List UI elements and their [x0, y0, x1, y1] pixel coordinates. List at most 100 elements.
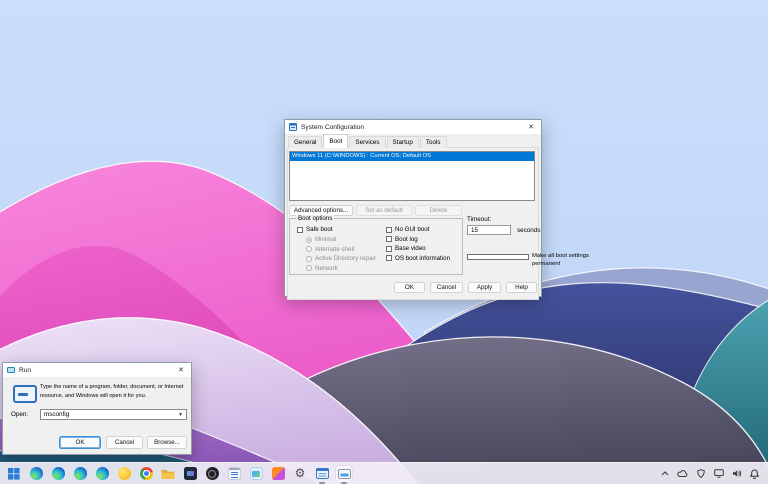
combobox-dropdown-icon[interactable]: ▼: [178, 412, 186, 418]
permanent-checkbox[interactable]: Make all boot settings permanent: [467, 253, 594, 268]
edge-browser-icon: [52, 467, 65, 480]
delete-button: Delete: [415, 205, 462, 216]
network-radio-label: Network: [315, 265, 338, 272]
alternate-shell-radio: Alternate shell: [306, 246, 354, 253]
desktop: System Configuration ✕ General Boot Serv…: [0, 0, 768, 484]
display-icon[interactable]: [713, 468, 724, 479]
os-boot-info-label: OS boot information: [395, 255, 450, 262]
open-combobox[interactable]: msconfig ▼: [40, 409, 187, 420]
open-combobox-value[interactable]: msconfig: [41, 411, 178, 418]
safe-boot-checkbox[interactable]: Safe boot: [297, 226, 333, 233]
boot-entries-list[interactable]: Windows 11 (C:\WINDOWS) : Current OS; De…: [289, 151, 535, 201]
msconfig-close-icon[interactable]: ✕: [525, 123, 537, 131]
tab-tools[interactable]: Tools: [420, 136, 447, 148]
onedrive-cloud-icon[interactable]: [677, 468, 688, 479]
tab-startup[interactable]: Startup: [387, 136, 419, 148]
timeout-label: Timeout:: [467, 216, 491, 223]
taskbar-app-chrome[interactable]: [138, 466, 154, 482]
msconfig-cancel-button[interactable]: Cancel: [430, 282, 463, 293]
minimal-radio-circle: [306, 237, 312, 243]
run-titlebar: Run ✕: [3, 363, 191, 377]
no-gui-boot-checkbox-box[interactable]: [386, 227, 392, 233]
start-button[interactable]: [6, 466, 22, 482]
boot-log-checkbox-box[interactable]: [386, 236, 392, 242]
taskbar-app-photos[interactable]: [248, 466, 264, 482]
run-browse-button[interactable]: Browse...: [147, 436, 187, 449]
windows-logo-icon: [8, 468, 20, 480]
run-dialog: Run ✕ Type the name of a program, folder…: [2, 362, 192, 455]
ad-repair-radio: Active Directory repair: [306, 255, 376, 262]
edge-browser-icon: [74, 467, 87, 480]
tab-general[interactable]: General: [288, 136, 322, 148]
taskbar-tray: [659, 468, 768, 479]
alternate-shell-radio-label: Alternate shell: [315, 246, 354, 253]
run-close-icon[interactable]: ✕: [175, 366, 187, 374]
set-as-default-button: Set as default: [356, 205, 412, 216]
minimal-radio-label: Minimal: [315, 236, 336, 243]
run-ok-button[interactable]: OK: [59, 436, 101, 449]
msconfig-help-button[interactable]: Help: [506, 282, 537, 293]
notification-bell-icon[interactable]: [749, 468, 760, 479]
edge-browser-icon: [30, 467, 43, 480]
base-video-checkbox-box[interactable]: [386, 246, 392, 252]
office-app-icon: [272, 467, 285, 480]
taskbar-app-notepad[interactable]: [226, 466, 242, 482]
taskbar-app-edge-2[interactable]: [50, 466, 66, 482]
taskbar-app-file-explorer[interactable]: [160, 466, 176, 482]
boot-log-checkbox[interactable]: Boot log: [386, 236, 418, 243]
ad-repair-radio-label: Active Directory repair: [315, 255, 376, 262]
timeout-unit-label: seconds: [517, 227, 540, 234]
taskbar: ⚙: [0, 462, 768, 484]
network-radio: Network: [306, 265, 338, 272]
run-description-line1: Type the name of a program, folder, docu…: [40, 383, 190, 392]
photos-app-icon: [250, 467, 263, 480]
boot-options-group: Boot options Safe boot Minimal Alternate…: [289, 218, 463, 275]
tab-services[interactable]: Services: [349, 136, 385, 148]
taskbar-app-media[interactable]: [182, 466, 198, 482]
run-dialog-title: Run: [19, 367, 175, 374]
os-boot-info-checkbox[interactable]: OS boot information: [386, 255, 450, 262]
base-video-checkbox[interactable]: Base video: [386, 245, 426, 252]
open-label: Open:: [11, 411, 28, 418]
settings-gear-icon: ⚙: [295, 467, 306, 480]
run-description: Type the name of a program, folder, docu…: [40, 383, 190, 400]
taskbar-app-office[interactable]: [270, 466, 286, 482]
safe-boot-checkbox-box[interactable]: [297, 227, 303, 233]
volume-icon[interactable]: [731, 468, 742, 479]
notepad-icon: [228, 467, 241, 480]
timeout-input[interactable]: 15: [467, 225, 511, 235]
msconfig-window-title: System Configuration: [301, 124, 525, 131]
taskbar-app-settings[interactable]: ⚙: [292, 466, 308, 482]
taskbar-app-edge-canary[interactable]: [116, 466, 132, 482]
run-description-line2: resource, and Windows will open it for y…: [40, 392, 190, 401]
msconfig-ok-button[interactable]: OK: [394, 282, 425, 293]
security-shield-icon[interactable]: [695, 468, 706, 479]
taskbar-app-edge-1[interactable]: [28, 466, 44, 482]
taskbar-app-edge-4[interactable]: [94, 466, 110, 482]
tab-boot[interactable]: Boot: [323, 134, 348, 148]
msconfig-titlebar: System Configuration ✕: [285, 120, 541, 134]
boot-log-label: Boot log: [395, 236, 418, 243]
boot-entry-row-selected[interactable]: Windows 11 (C:\WINDOWS) : Current OS; De…: [290, 152, 534, 161]
edge-canary-icon: [118, 467, 131, 480]
file-explorer-icon: [161, 468, 175, 480]
taskbar-app-camera[interactable]: [204, 466, 220, 482]
msconfig-window: System Configuration ✕ General Boot Serv…: [284, 119, 542, 297]
tray-chevron-up-icon[interactable]: [659, 468, 670, 479]
taskbar-app-run[interactable]: [336, 466, 352, 482]
msconfig-app-icon: [289, 123, 297, 131]
os-boot-info-checkbox-box[interactable]: [386, 255, 392, 261]
taskbar-app-msconfig[interactable]: [314, 466, 330, 482]
permanent-checkbox-box[interactable]: [467, 254, 529, 260]
base-video-label: Base video: [395, 245, 426, 252]
msconfig-apply-button[interactable]: Apply: [468, 282, 501, 293]
run-program-icon: [13, 385, 37, 403]
system-configuration-icon: [316, 468, 329, 479]
boot-options-group-label: Boot options: [296, 215, 334, 222]
taskbar-app-edge-3[interactable]: [72, 466, 88, 482]
no-gui-boot-label: No GUI boot: [395, 226, 429, 233]
run-app-icon: [7, 366, 15, 374]
run-cancel-button[interactable]: Cancel: [106, 436, 143, 449]
no-gui-boot-checkbox[interactable]: No GUI boot: [386, 226, 429, 233]
run-taskbar-icon: [338, 469, 351, 479]
